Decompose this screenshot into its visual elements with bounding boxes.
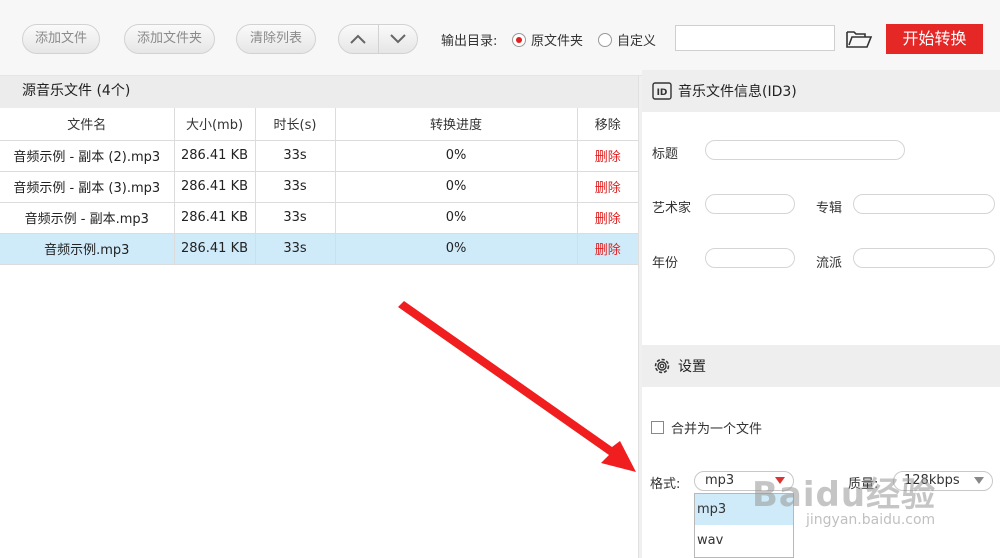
watermark-url: jingyan.baidu.com	[806, 512, 936, 528]
watermark-logo: Baidu经验	[752, 475, 937, 515]
